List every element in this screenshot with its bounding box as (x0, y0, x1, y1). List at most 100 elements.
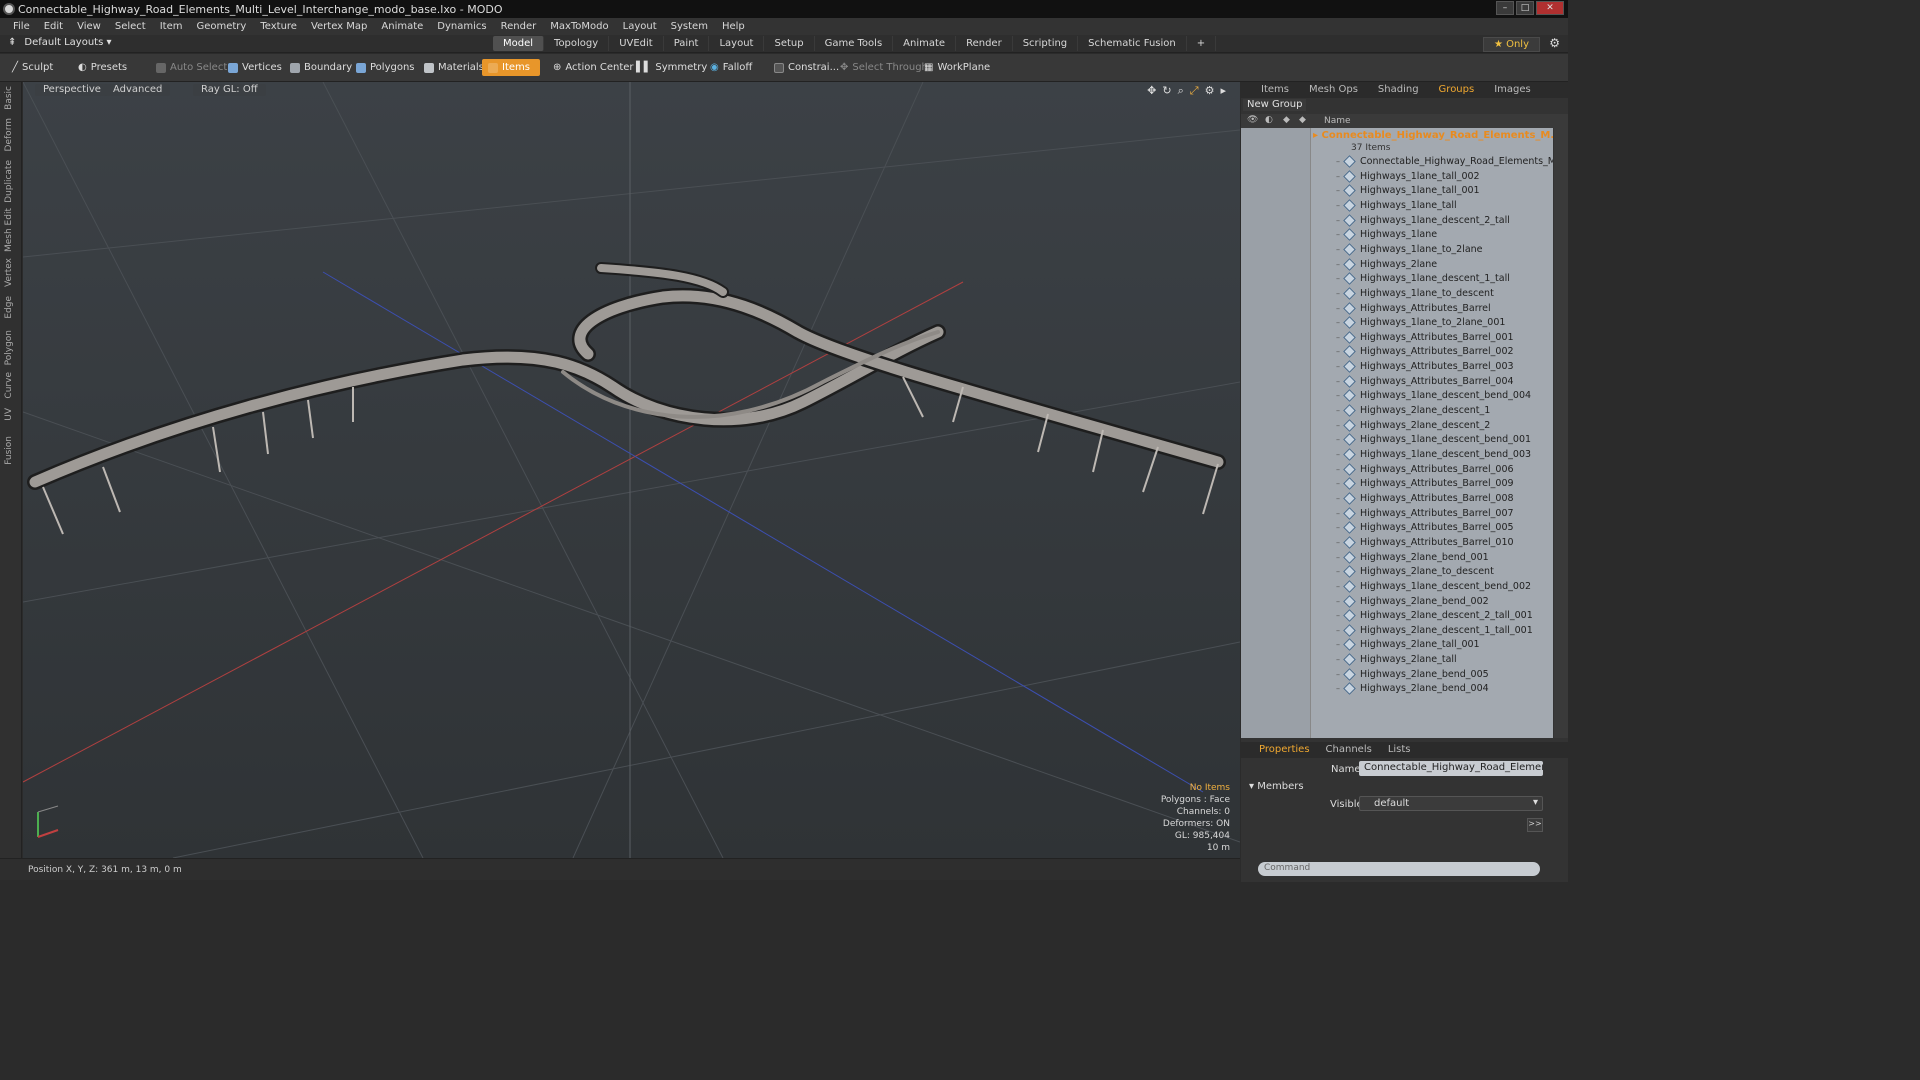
auto-select-button[interactable]: Auto Select (150, 59, 233, 76)
visibility-column-icon[interactable]: 👁 (1247, 115, 1258, 125)
menu-item[interactable]: Item (153, 21, 190, 32)
layout-tab[interactable]: Setup (764, 36, 815, 51)
zoom-icon[interactable]: ⌕ (1178, 84, 1184, 98)
list-item[interactable]: – Highways_2lane_descent_2_tall_001 (1336, 609, 1533, 623)
symmetry-button[interactable]: ▌▌ Symmetry (630, 59, 713, 76)
tool-tab[interactable]: UV (4, 408, 18, 421)
falloff-button[interactable]: ◉ Falloff (704, 59, 758, 76)
perspective-menu[interactable]: Perspective (35, 84, 109, 96)
layout-tab[interactable]: UVEdit (609, 36, 664, 51)
properties-tab[interactable]: Channels (1318, 742, 1380, 758)
list-item[interactable]: – Highways_1lane_descent_bend_001 (1336, 433, 1531, 447)
list-item[interactable]: – Highways_1lane_tall_001 (1336, 184, 1480, 198)
ray-gl-toggle[interactable]: Ray GL: Off (193, 84, 266, 96)
maximize-button[interactable]: □ (1516, 1, 1534, 15)
vertices-button[interactable]: Vertices (222, 59, 288, 76)
list-item[interactable]: – Highways_1lane_descent_bend_004 (1336, 389, 1531, 403)
layout-tab[interactable]: Paint (664, 36, 710, 51)
layout-tab[interactable]: Topology (544, 36, 610, 51)
boundary-button[interactable]: Boundary (284, 59, 358, 76)
list-item[interactable]: – Highways_1lane_descent_2_tall (1336, 213, 1510, 227)
panel-tab[interactable]: Groups (1429, 82, 1485, 98)
menu-item[interactable]: MaxToModo (543, 21, 615, 32)
tool-tab[interactable]: Polygon (4, 330, 18, 365)
menu-item[interactable]: Select (108, 21, 153, 32)
properties-tab[interactable]: Properties (1251, 742, 1318, 758)
menu-item[interactable]: Help (715, 21, 752, 32)
list-item[interactable]: – Highways_1lane_tall (1336, 199, 1457, 212)
sculpt-button[interactable]: ╱ Sculpt (6, 59, 59, 76)
list-item[interactable]: – Highways_2lane_bend_002 (1336, 594, 1489, 608)
visible-dropdown[interactable]: default ▾ (1359, 796, 1543, 811)
layout-tab[interactable]: Animate (893, 36, 957, 51)
polygons-button[interactable]: Polygons (350, 59, 421, 76)
list-item[interactable]: – Highways_2lane_descent_1_tall_001 (1336, 623, 1533, 637)
close-button[interactable]: ✕ (1536, 1, 1564, 15)
list-item[interactable]: – Highways_Attributes_Barrel_005 (1336, 521, 1514, 535)
gear-icon[interactable]: ⚙ (1549, 36, 1560, 50)
panel-tab[interactable]: Items (1251, 82, 1299, 98)
layout-tab[interactable]: Model (493, 36, 545, 51)
menu-item[interactable]: Animate (374, 21, 430, 32)
layout-tab[interactable]: Scripting (1013, 36, 1079, 51)
default-layouts-dropdown[interactable]: Default Layouts ▾ (24, 37, 111, 48)
list-item[interactable]: – Highways_Attributes_Barrel_006 (1336, 462, 1514, 476)
pan-icon[interactable]: ✥ (1147, 84, 1156, 98)
menu-item[interactable]: Dynamics (430, 21, 493, 32)
presets-button[interactable]: ◐ Presets (72, 59, 133, 76)
menu-item[interactable]: View (70, 21, 108, 32)
minimize-button[interactable]: – (1496, 1, 1514, 15)
tool-tab[interactable]: Mesh Edit (4, 208, 18, 252)
advanced-menu[interactable]: Advanced (105, 84, 171, 96)
lock-column-icon[interactable]: ◆ (1283, 115, 1290, 125)
list-item[interactable]: – Highways_1lane_descent_bend_002 (1336, 579, 1531, 593)
list-item[interactable]: – Highways_2lane_bend_004 (1336, 682, 1489, 696)
list-item[interactable]: – Connectable_Highway_Road_Elements_Multi… (1336, 155, 1553, 168)
list-item[interactable]: – Highways_1lane_descent_bend_003 (1336, 448, 1531, 461)
list-item[interactable]: – Highways_Attributes_Barrel_003 (1336, 360, 1514, 373)
list-item[interactable]: – Highways_2lane_descent_2 (1336, 418, 1490, 432)
panel-tab[interactable]: Images (1484, 82, 1541, 98)
list-item[interactable]: – Highways_Attributes_Barrel_007 (1336, 506, 1514, 520)
materials-button[interactable]: Materials (418, 59, 490, 76)
group-row[interactable]: ▸ Connectable_Highway_Road_Elements_M... (1313, 130, 1553, 141)
list-item[interactable]: – Highways_2lane_tall_001 (1336, 638, 1480, 652)
action-center-button[interactable]: ⊕ Action Center (547, 59, 640, 76)
layout-tab[interactable]: Render (956, 36, 1013, 51)
tool-tab[interactable]: Duplicate (4, 160, 18, 203)
command-input[interactable]: Command (1258, 862, 1540, 876)
list-item[interactable]: – Highways_2lane (1336, 257, 1437, 271)
tool-tab[interactable]: Curve (4, 372, 18, 399)
list-item[interactable]: – Highways_2lane_to_descent (1336, 565, 1494, 579)
viewport-expand-icon[interactable]: ▸ (1220, 84, 1226, 98)
maximize-viewport-icon[interactable]: ⤢ (1190, 84, 1199, 98)
render-column-icon[interactable]: ◐ (1265, 115, 1273, 125)
menu-item[interactable]: Render (494, 21, 544, 32)
workplane-button[interactable]: ▦ WorkPlane (918, 59, 996, 76)
rotate-icon[interactable]: ↻ (1162, 84, 1171, 98)
members-section[interactable]: ▾ Members (1249, 781, 1304, 792)
only-toggle[interactable]: ★ Only (1482, 37, 1540, 52)
name-field[interactable]: Connectable_Highway_Road_Elements_Multi (1359, 761, 1543, 776)
menu-item[interactable]: System (664, 21, 715, 32)
viewport-gear-icon[interactable]: ⚙ (1205, 84, 1215, 98)
layout-tab[interactable]: Schematic Fusion (1078, 36, 1187, 51)
list-item[interactable]: – Highways_1lane_to_descent (1336, 286, 1494, 300)
list-item[interactable]: – Highways_Attributes_Barrel_009 (1336, 477, 1514, 491)
tool-tab[interactable]: Edge (4, 296, 18, 319)
list-item[interactable]: – Highways_2lane_bend_001 (1336, 550, 1489, 564)
list-item[interactable]: – Highways_2lane_tall (1336, 653, 1457, 666)
new-group-button[interactable]: New Group (1243, 99, 1307, 111)
panel-tab[interactable]: Shading (1368, 82, 1429, 98)
list-item[interactable]: – Highways_2lane_descent_1 (1336, 404, 1490, 417)
list-item[interactable]: – Highways_Attributes_Barrel_010 (1336, 536, 1514, 549)
items-button[interactable]: Items (482, 59, 540, 76)
list-item[interactable]: – Highways_1lane_descent_1_tall (1336, 272, 1510, 286)
layouts-pin-icon[interactable]: ⇞ (8, 37, 16, 48)
tool-tab[interactable]: Deform (4, 118, 18, 151)
list-item[interactable]: – Highways_1lane (1336, 228, 1437, 242)
layout-tab[interactable]: Game Tools (815, 36, 894, 51)
list-item[interactable]: – Highways_1lane_tall_002 (1336, 169, 1480, 183)
list-item[interactable]: – Highways_Attributes_Barrel_008 (1336, 492, 1514, 505)
menu-item[interactable]: Vertex Map (304, 21, 374, 32)
